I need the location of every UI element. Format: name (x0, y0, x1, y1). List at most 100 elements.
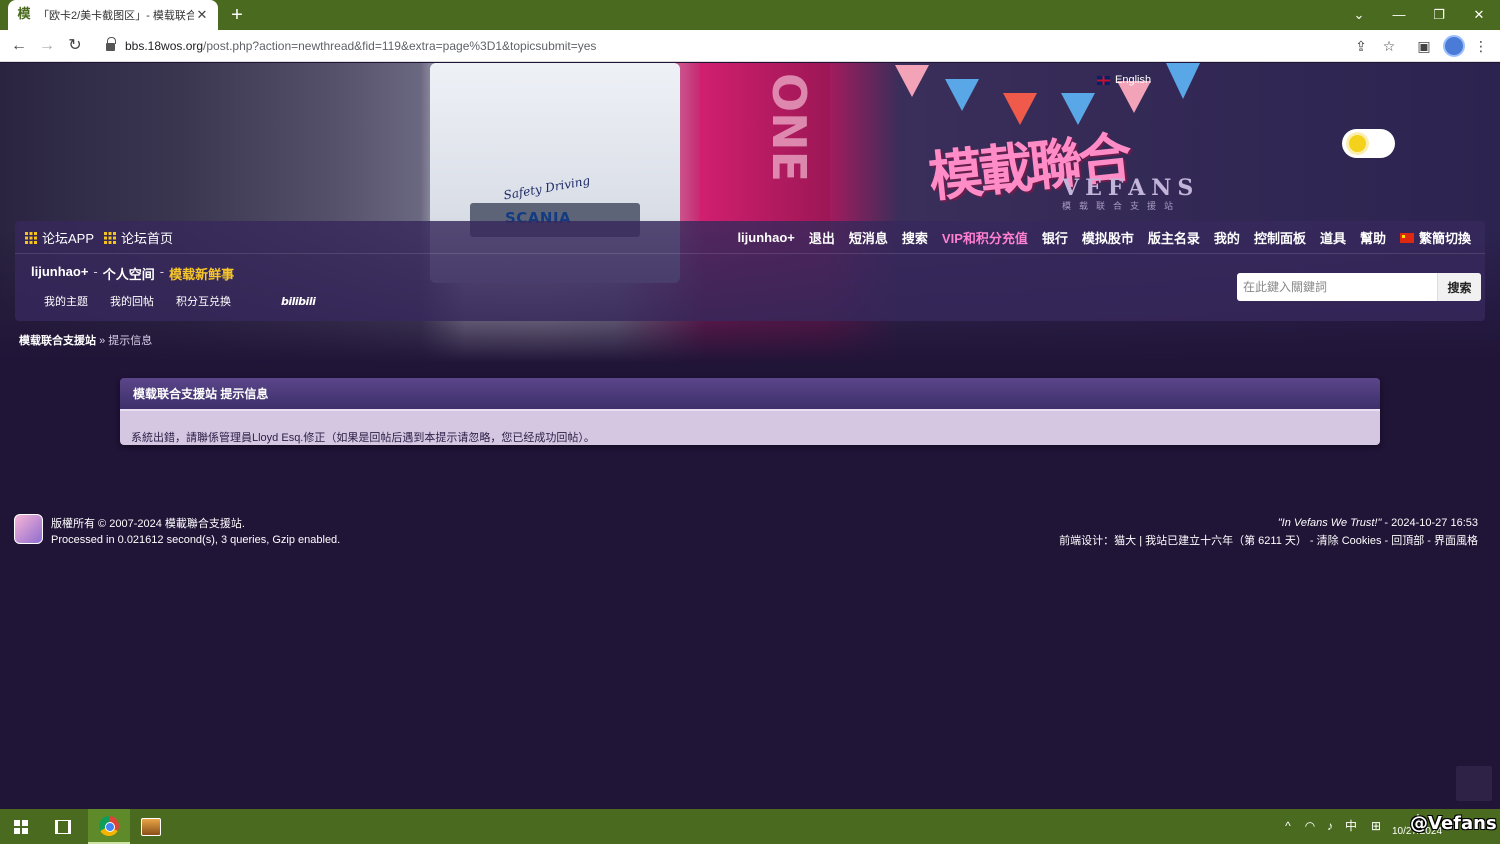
nav-tools[interactable]: 道具 (1320, 228, 1346, 247)
chrome-icon (99, 815, 119, 836)
browser-menu-icon[interactable]: ⋮ (1471, 36, 1491, 56)
taskbar-app[interactable] (130, 809, 172, 844)
nav-messages[interactable]: 短消息 (849, 228, 888, 247)
nav-vip-recharge[interactable]: VIP和积分充值 (942, 228, 1028, 247)
processed-text: Processed in 0.021612 second(s), 3 queri… (51, 534, 341, 546)
user-breadcrumb: lijunhao+ - 个人空间 - 模载新鲜事 (31, 264, 234, 283)
copyright-text: 版權所有 © 2007-2024 模載聯合支援站. (51, 518, 245, 530)
bunting-flag-icon (895, 65, 929, 97)
forum-nav-panel: 论坛APP 论坛首页 lijunhao+ 退出 短消息 搜索 VIP和积分充值 … (15, 221, 1485, 321)
grid-icon (25, 231, 37, 244)
nav-left-group: 论坛APP 论坛首页 (25, 221, 183, 254)
nav-moderators[interactable]: 版主名录 (1148, 228, 1200, 247)
search-input[interactable] (1237, 273, 1437, 301)
breadcrumb-home[interactable]: 模载联合支援站 (19, 335, 96, 347)
notice-title: 模载联合支援站 提示信息 (120, 378, 1380, 411)
separator: - (159, 264, 165, 279)
nav-stock[interactable]: 模拟股市 (1082, 228, 1134, 247)
nav-help[interactable]: 幫助 (1360, 228, 1386, 247)
bunting-flag-icon (1166, 63, 1200, 99)
bunting-flag-icon (1003, 93, 1037, 125)
bilibili-icon[interactable]: bilibili (281, 295, 316, 308)
site-logo-english: VEFANS (1062, 175, 1200, 201)
page-content: Safety Driving SCANIA ONE English 模載聯合 V… (0, 63, 1500, 809)
user-name-link[interactable]: lijunhao+ (31, 264, 88, 283)
volume-icon[interactable]: ♪ (1320, 809, 1340, 844)
start-button[interactable] (0, 809, 42, 844)
nav-my[interactable]: 我的 (1214, 228, 1240, 247)
browser-tab[interactable]: 模 「欧卡2/美卡截图区」- 模载联合支援站 ✕ (8, 0, 218, 30)
url-text: bbs.18wos.org/post.php?action=newthread&… (125, 39, 597, 53)
search-form: 搜索 (1237, 273, 1481, 301)
reload-icon[interactable]: ↻ (63, 34, 87, 58)
notice-message: 系統出錯，請聯係管理員Lloyd Esq.修正（如果是回帖后遇到本提示请忽略，您… (120, 411, 1380, 445)
trailer-text: ONE (762, 73, 816, 183)
tab-title: 「欧卡2/美卡截图区」- 模载联合支援站 (38, 10, 194, 22)
nav-username[interactable]: lijunhao+ (737, 230, 794, 245)
nav-language-toggle[interactable]: 繁簡切換 (1399, 228, 1471, 247)
motto-line: "In Vefans We Trust!" - 2024-10-27 16:53 (1277, 517, 1478, 529)
footer-right: "In Vefans We Trust!" - 2024-10-27 16:53… (1059, 514, 1478, 550)
nav-forum-home[interactable]: 论坛首页 (104, 228, 173, 247)
task-view-button[interactable] (42, 809, 84, 844)
windows-logo-icon (14, 819, 28, 834)
restore-button[interactable]: ❐ (1419, 0, 1459, 30)
close-tab-icon[interactable]: ✕ (194, 7, 210, 23)
theme-toggle[interactable] (1342, 129, 1395, 158)
personal-space-link[interactable]: 个人空间 (103, 264, 155, 283)
site-favicon-icon: 模 (17, 7, 31, 22)
bookmark-star-icon[interactable]: ☆ (1379, 36, 1399, 56)
address-bar[interactable]: bbs.18wos.org/post.php?action=newthread&… (96, 33, 1406, 59)
footer-logo (14, 514, 43, 544)
nav-search[interactable]: 搜索 (902, 228, 928, 247)
nav-bank[interactable]: 银行 (1042, 228, 1068, 247)
tray-overflow-icon[interactable]: ^ (1278, 809, 1298, 844)
profile-avatar[interactable] (1443, 35, 1465, 57)
footer-left: 版權所有 © 2007-2024 模載聯合支援站. Processed in 0… (51, 516, 340, 548)
network-icon[interactable]: ◠ (1300, 809, 1320, 844)
news-feed-link[interactable]: 模载新鲜事 (169, 264, 234, 283)
separator: - (93, 264, 98, 279)
app-icon (141, 817, 161, 836)
points-exchange-link[interactable]: 积分互兑换 (176, 293, 231, 309)
tab-search-button[interactable]: ⌄ (1339, 0, 1379, 30)
minimize-button[interactable]: — (1379, 0, 1419, 30)
forward-icon[interactable]: → (35, 34, 59, 58)
china-flag-icon (1399, 232, 1414, 243)
search-button[interactable]: 搜索 (1437, 273, 1481, 301)
nav-control-panel[interactable]: 控制面板 (1254, 228, 1306, 247)
watermark: @Vefans (1410, 813, 1497, 834)
task-view-icon (55, 819, 71, 834)
my-replies-link[interactable]: 我的回帖 (110, 293, 154, 309)
share-icon[interactable]: ⇪ (1351, 36, 1371, 56)
grid-icon (104, 231, 117, 244)
nav-forum-app[interactable]: 论坛APP (25, 228, 94, 247)
lock-icon[interactable] (106, 37, 116, 51)
browser-tab-bar: 模 「欧卡2/美卡截图区」- 模载联合支援站 ✕ + ⌄ — ❐ ✕ (0, 0, 1500, 30)
close-window-button[interactable]: ✕ (1459, 0, 1499, 30)
breadcrumb: 模载联合支援站 » 提示信息 (19, 332, 152, 348)
side-panel-icon[interactable]: ▣ (1414, 36, 1434, 56)
sun-icon (1349, 135, 1366, 152)
language-switch-link[interactable]: English (1097, 74, 1151, 86)
nav-right-group: lijunhao+ 退出 短消息 搜索 VIP和积分充值 银行 模拟股市 版主名… (723, 221, 1471, 254)
windows-taskbar: ^ ◠ ♪ 中 ⊞ 4 10/27/2024 @Vefans (0, 809, 1500, 844)
bunting-flag-icon (945, 79, 979, 111)
top-nav-bar: 论坛APP 论坛首页 lijunhao+ 退出 短消息 搜索 VIP和积分充值 … (15, 221, 1485, 254)
browser-toolbar: ← → ↻ bbs.18wos.org/post.php?action=newt… (0, 30, 1500, 62)
ime-mode-icon[interactable]: ⊞ (1366, 809, 1386, 844)
breadcrumb-separator: » (99, 335, 106, 347)
footer-links[interactable]: 前端设计：猫大 | 我站已建立十六年（第 6211 天） - 清除 Cookie… (1059, 532, 1478, 550)
taskbar-chrome[interactable] (88, 809, 130, 844)
breadcrumb-current: 提示信息 (108, 335, 153, 347)
my-threads-link[interactable]: 我的主题 (44, 293, 88, 309)
ime-indicator[interactable]: 中 (1341, 809, 1361, 844)
scroll-top-button[interactable] (1456, 766, 1492, 801)
back-icon[interactable]: ← (7, 34, 31, 58)
new-tab-button[interactable]: + (226, 4, 248, 26)
site-logo-subtitle: 模载联合支援站 (1062, 201, 1182, 211)
uk-flag-icon (1097, 75, 1110, 85)
nav-logout[interactable]: 退出 (809, 228, 835, 247)
user-sub-nav: 我的主题 我的回帖 积分互兑换 bilibili (44, 293, 316, 309)
notice-box: 模载联合支援站 提示信息 系統出錯，請聯係管理員Lloyd Esq.修正（如果是… (120, 378, 1380, 445)
